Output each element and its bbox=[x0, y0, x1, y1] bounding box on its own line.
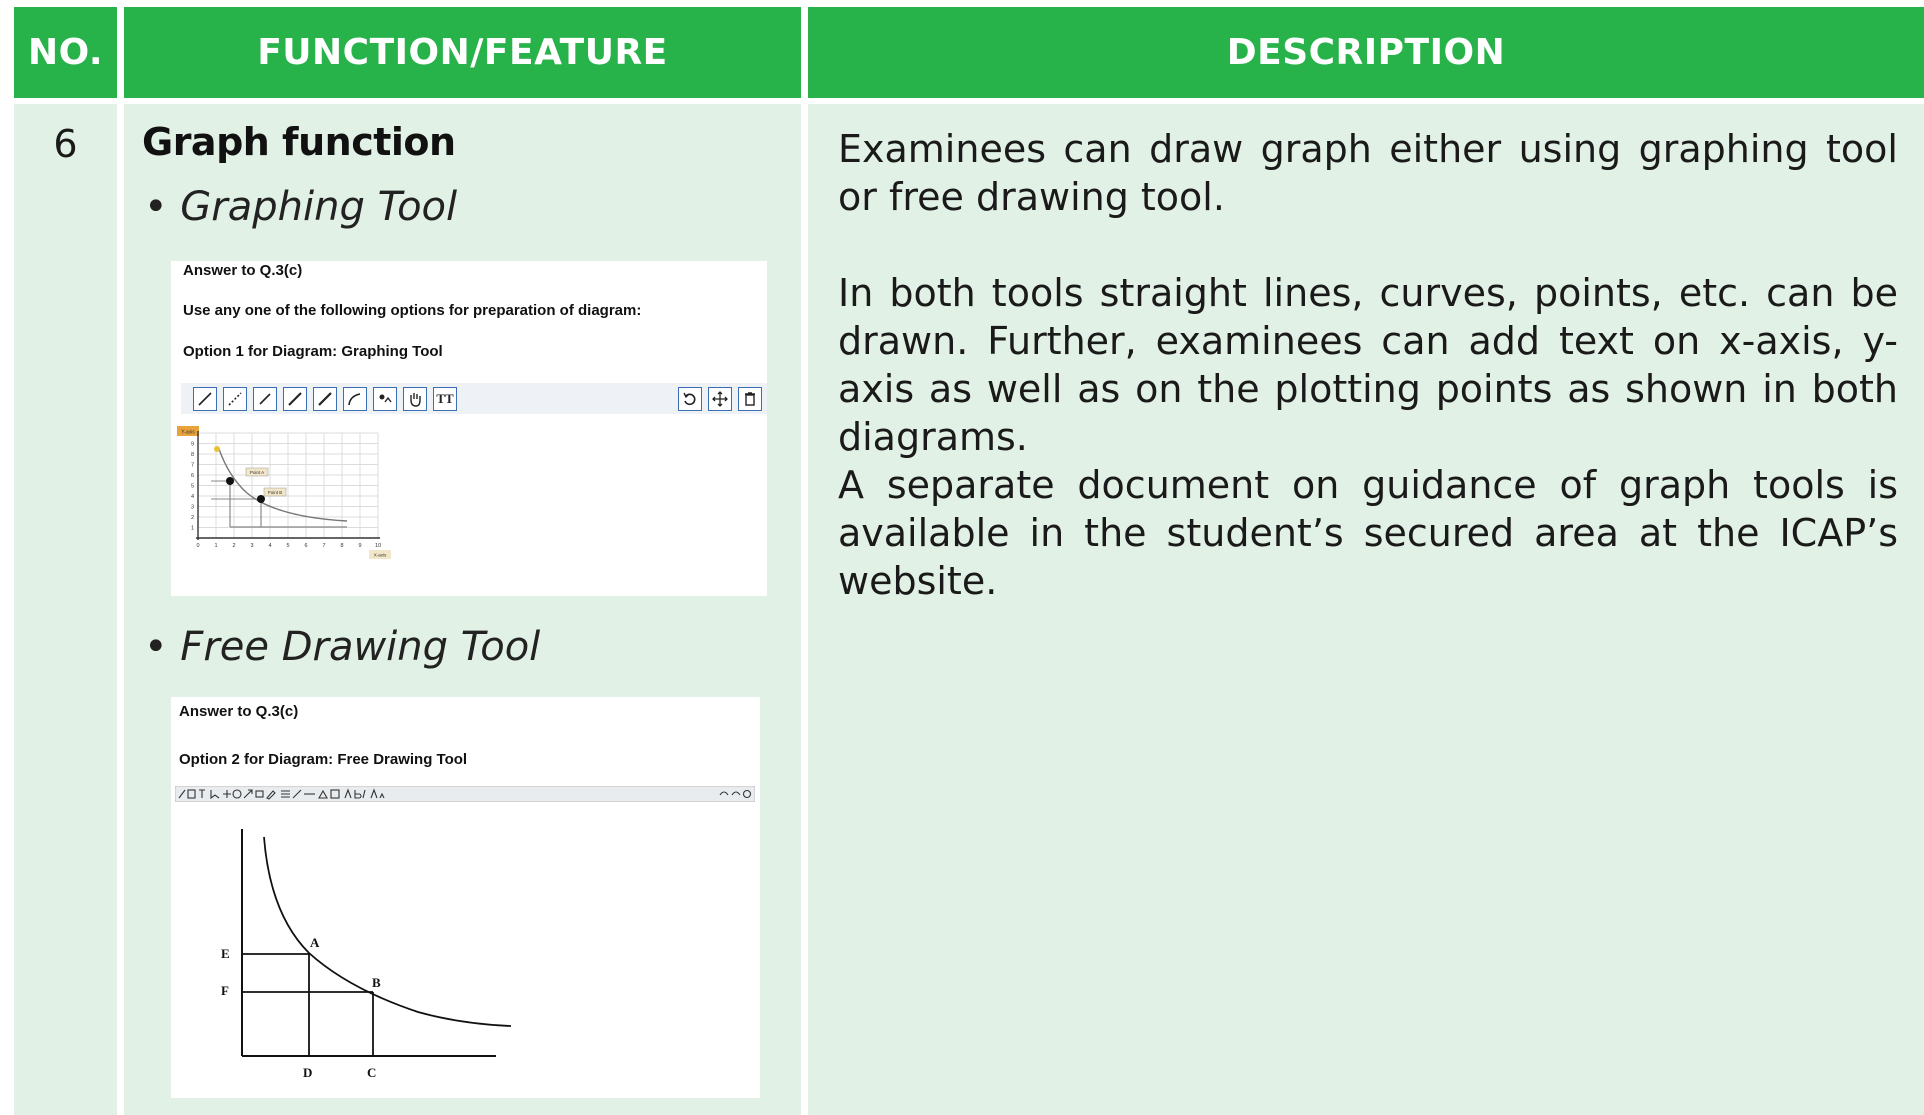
x-tick-1: 1 bbox=[214, 543, 217, 549]
curve-tool-icon[interactable] bbox=[343, 387, 367, 411]
description-paragraph-3: A separate document on guidance of graph… bbox=[838, 463, 1898, 603]
y-tick-2: 2 bbox=[191, 515, 194, 521]
description-paragraph-1: Examinees can draw graph either using gr… bbox=[838, 127, 1898, 219]
y-tick-7: 7 bbox=[191, 463, 194, 469]
graphing-plot: Y-axis Point A Point B 0 1 2 3 4 5 6 7 8… bbox=[177, 426, 391, 559]
header-no: NO. bbox=[14, 7, 117, 98]
free-drawing-canvas: E F A B D C bbox=[221, 829, 512, 1080]
bullet-graphing-tool: • Graphing Tool bbox=[144, 184, 458, 230]
line-tool-icon[interactable] bbox=[193, 387, 217, 411]
cell-description: Examinees can draw graph either using gr… bbox=[808, 104, 1924, 1115]
label-e: E bbox=[221, 946, 230, 961]
header-function-feature: FUNCTION/FEATURE bbox=[124, 7, 801, 98]
label-d: D bbox=[303, 1065, 312, 1080]
graphing-answer-label: Answer to Q.3(c) bbox=[183, 262, 303, 279]
cell-function: Graph function • Graphing Tool Answer to… bbox=[124, 104, 801, 1115]
dotted-line-tool-icon[interactable] bbox=[223, 387, 247, 411]
row-number: 6 bbox=[53, 122, 78, 166]
delete-icon[interactable] bbox=[738, 387, 762, 411]
y-tick-5: 5 bbox=[191, 484, 194, 490]
x-axis-label: X-axis bbox=[374, 553, 387, 558]
label-c: C bbox=[367, 1065, 376, 1080]
header-description: DESCRIPTION bbox=[808, 7, 1924, 98]
x-tick-9: 9 bbox=[358, 543, 361, 549]
freedraw-toolbar bbox=[175, 786, 755, 802]
y-tick-6: 6 bbox=[191, 473, 194, 479]
graphing-tool-screenshot: Answer to Q.3(c) Use any one of the foll… bbox=[171, 261, 767, 596]
move-icon[interactable] bbox=[708, 387, 732, 411]
x-tick-5: 5 bbox=[286, 543, 289, 549]
y-tick-8: 8 bbox=[191, 452, 194, 458]
x-tick-3: 3 bbox=[250, 543, 253, 549]
x-tick-7: 7 bbox=[322, 543, 325, 549]
y-axis-label: Y-axis bbox=[181, 430, 195, 436]
label-a: A bbox=[310, 935, 320, 950]
text-tool-icon[interactable]: TT bbox=[433, 387, 457, 411]
label-b: B bbox=[372, 975, 381, 990]
label-f: F bbox=[221, 983, 229, 998]
y-tick-4: 4 bbox=[191, 494, 194, 500]
graphing-option-label: Option 1 for Diagram: Graphing Tool bbox=[183, 343, 443, 360]
y-tick-9: 9 bbox=[191, 442, 194, 448]
freedraw-option-label: Option 2 for Diagram: Free Drawing Tool bbox=[179, 751, 468, 768]
x-tick-0: 0 bbox=[196, 543, 199, 549]
feature-title: Graph function bbox=[142, 120, 456, 164]
ray-tool-icon[interactable] bbox=[313, 387, 337, 411]
x-tick-6: 6 bbox=[304, 543, 307, 549]
x-tick-8: 8 bbox=[340, 543, 343, 549]
x-tick-10: 10 bbox=[375, 543, 381, 549]
point-tool-icon[interactable] bbox=[373, 387, 397, 411]
segment-tool-icon[interactable] bbox=[253, 387, 277, 411]
hand-tool-icon[interactable] bbox=[403, 387, 427, 411]
cell-number: 6 bbox=[14, 104, 117, 1115]
point-b-label: Point B bbox=[268, 490, 283, 495]
description-paragraph-2: In both tools straight lines, curves, po… bbox=[838, 271, 1898, 459]
freedraw-answer-label: Answer to Q.3(c) bbox=[179, 703, 299, 720]
y-tick-3: 3 bbox=[191, 505, 194, 511]
point-a-label: Point A bbox=[250, 470, 264, 475]
arrow-tool-icon[interactable] bbox=[283, 387, 307, 411]
graphing-instruction: Use any one of the following options for… bbox=[183, 302, 642, 319]
x-tick-2: 2 bbox=[232, 543, 235, 549]
graphing-toolbar: TT bbox=[181, 383, 767, 414]
free-drawing-screenshot: Answer to Q.3(c) Option 2 for Diagram: F… bbox=[171, 697, 760, 1098]
y-tick-1: 1 bbox=[191, 526, 194, 532]
undo-icon[interactable] bbox=[678, 387, 702, 411]
bullet-free-drawing-tool: • Free Drawing Tool bbox=[144, 624, 541, 670]
x-tick-4: 4 bbox=[268, 543, 271, 549]
